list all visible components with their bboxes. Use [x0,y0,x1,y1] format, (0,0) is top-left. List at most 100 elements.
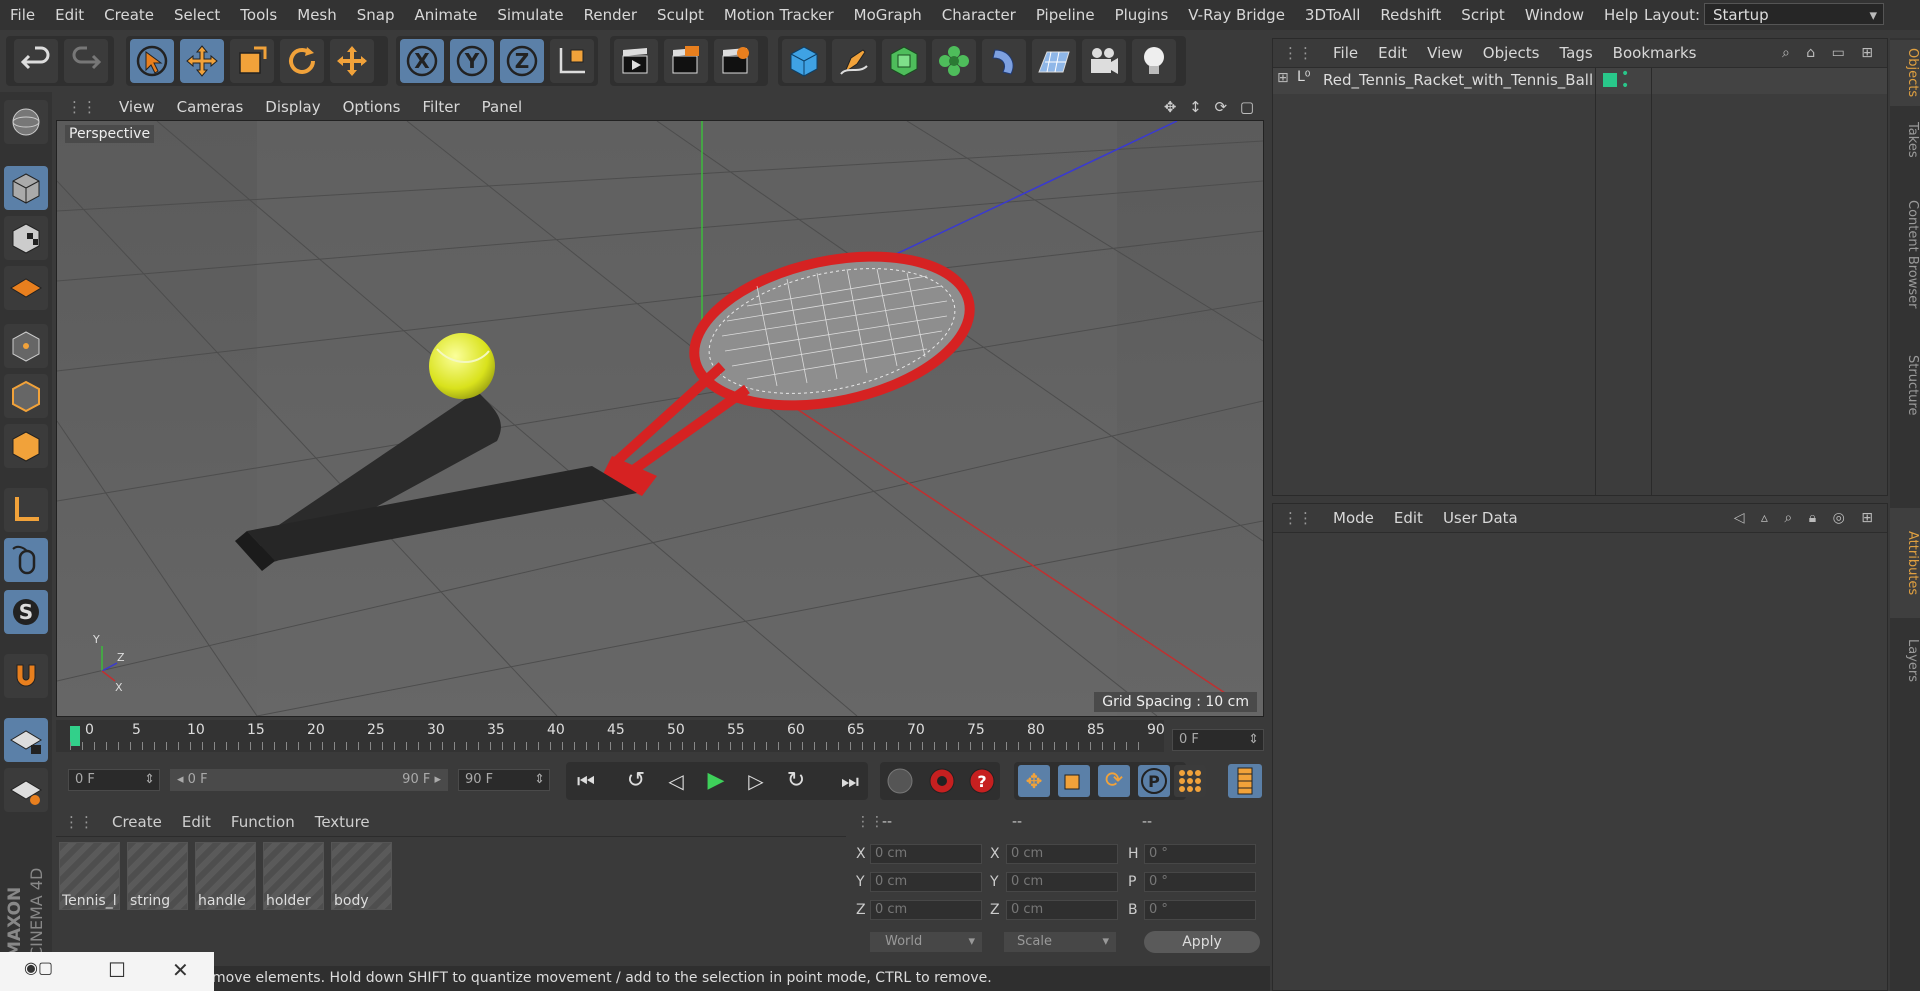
current-frame-field[interactable]: 0 F ⇕ [1172,729,1264,751]
viewport-menu-panel[interactable]: Panel [471,98,533,116]
pen-button[interactable] [832,39,876,83]
menu-mesh[interactable]: Mesh [287,0,347,30]
menu-simulate[interactable]: Simulate [487,0,573,30]
viewport-menu-view[interactable]: View [108,98,166,116]
size-z-field[interactable]: 0 cm [1006,900,1118,920]
menu-select[interactable]: Select [164,0,230,30]
key-rotation-button[interactable]: ⟳ [1098,765,1130,797]
menu-character[interactable]: Character [932,0,1026,30]
previous-frame-button[interactable]: ◁ [660,765,692,797]
viewport-menu-cameras[interactable]: Cameras [166,98,255,116]
light-button[interactable] [1132,39,1176,83]
menu-render[interactable]: Render [574,0,647,30]
drag-handle-icon[interactable]: ⋮⋮ [56,813,102,831]
drag-handle-icon[interactable]: ⋮⋮ [1273,44,1323,62]
menu-mograph[interactable]: MoGraph [844,0,932,30]
next-frame-button[interactable]: ▷ [740,765,772,797]
x-axis-button[interactable]: X [400,39,444,83]
drag-handle-icon[interactable]: ⋮⋮ [56,98,108,116]
move-tool-button[interactable] [180,39,224,83]
frame-range-slider[interactable]: ◂ 0 F 90 F ▸ [170,769,448,791]
points-mode-button[interactable] [4,324,48,368]
floor-button[interactable] [1032,39,1076,83]
tab-objects[interactable]: Objects [1890,40,1920,106]
redo-button[interactable] [64,39,108,83]
coordinate-system-button[interactable] [550,39,594,83]
y-axis-button[interactable]: Y [450,39,494,83]
snap-button[interactable] [4,654,48,698]
maximize-icon[interactable]: ☐ [108,958,126,982]
key-position-button[interactable]: ✥ [1018,765,1050,797]
objects-menu-file[interactable]: File [1323,44,1368,62]
tab-layers[interactable]: Layers [1890,626,1920,696]
menu-snap[interactable]: Snap [347,0,405,30]
rotation-p-field[interactable]: 0 ° [1144,872,1256,892]
recent-tool-button[interactable] [330,39,374,83]
key-pla-button[interactable] [1174,765,1206,797]
next-key-button[interactable]: ↻ [780,765,812,797]
menu-vray-bridge[interactable]: V-Ray Bridge [1178,0,1295,30]
z-axis-button[interactable]: Z [500,39,544,83]
render-view-button[interactable] [614,39,658,83]
rotation-b-field[interactable]: 0 ° [1144,900,1256,920]
viewport-menu-display[interactable]: Display [254,98,331,116]
position-y-field[interactable]: 0 cm [870,872,982,892]
edges-mode-button[interactable] [4,374,48,418]
objects-toolbar-icons[interactable]: ⌕ ⌂ ▭ ⊞ [1782,45,1887,61]
objects-menu-tags[interactable]: Tags [1549,44,1602,62]
select-tool-button[interactable] [130,39,174,83]
apply-button[interactable]: Apply [1144,931,1260,953]
planar-workplane-button[interactable] [4,768,48,812]
objects-menu-objects[interactable]: Objects [1473,44,1550,62]
tab-content-browser[interactable]: Content Browser [1890,174,1920,334]
objects-menu-bookmarks[interactable]: Bookmarks [1603,44,1707,62]
menu-file[interactable]: File [0,0,45,30]
material-menu-texture[interactable]: Texture [305,813,380,831]
object-row[interactable]: ⊞ L⁰ Red_Tennis_Racket_with_Tennis_Ball … [1273,67,1887,94]
make-editable-button[interactable] [4,100,48,144]
position-z-field[interactable]: 0 cm [870,900,982,920]
objects-menu-edit[interactable]: Edit [1368,44,1417,62]
camera-button[interactable] [1082,39,1126,83]
record-position-button[interactable] [884,765,916,797]
timeline-ruler[interactable]: 0 5 10 15 20 25 30 35 40 45 50 55 60 65 … [56,720,1165,752]
menu-script[interactable]: Script [1451,0,1515,30]
go-to-start-button[interactable]: ⏮ [570,765,602,797]
axis-mode-button[interactable] [4,488,48,532]
drag-handle-icon[interactable]: ⋮⋮ [1273,509,1323,527]
material-menu-edit[interactable]: Edit [172,813,221,831]
menu-pipeline[interactable]: Pipeline [1026,0,1105,30]
viewport-nav-icons[interactable]: ✥ ↕ ⟳ ▢ [1164,98,1264,116]
play-button[interactable]: ▶ [700,765,732,797]
menu-sculpt[interactable]: Sculpt [647,0,714,30]
menu-plugins[interactable]: Plugins [1105,0,1179,30]
material-swatch[interactable]: holder [263,842,324,910]
menu-window[interactable]: Window [1515,0,1594,30]
tab-attributes[interactable]: Attributes [1890,508,1920,618]
cloner-button[interactable] [932,39,976,83]
menu-edit[interactable]: Edit [45,0,94,30]
key-scale-button[interactable] [1058,765,1090,797]
menu-tools[interactable]: Tools [230,0,287,30]
tweak-mode-button[interactable] [4,538,48,582]
locked-workplane-button[interactable] [4,718,48,762]
timeline-window-button[interactable] [1228,764,1262,798]
key-parameter-button[interactable]: P [1138,765,1170,797]
material-swatch[interactable]: Tennis_l [59,842,120,910]
menu-animate[interactable]: Animate [405,0,488,30]
model-mode-button[interactable] [4,166,48,210]
material-menu-create[interactable]: Create [102,813,172,831]
previous-key-button[interactable]: ↺ [620,765,652,797]
tab-takes[interactable]: Takes [1890,112,1920,168]
go-to-end-button[interactable]: ⏭ [834,765,866,797]
layer-color-swatch[interactable] [1603,73,1617,87]
material-swatch[interactable]: body [331,842,392,910]
close-icon[interactable]: ✕ [172,958,189,982]
tennis-ball[interactable] [429,333,495,399]
menu-motion-tracker[interactable]: Motion Tracker [714,0,844,30]
attributes-menu-edit[interactable]: Edit [1384,509,1433,527]
viewport-menu-filter[interactable]: Filter [411,98,470,116]
attributes-toolbar-icons[interactable]: ◁ ▵ ⌕ 🔒︎ ◎ ⊞ [1734,510,1887,526]
3d-viewport[interactable]: Y Z X Perspective Grid Spacing : 10 cm [56,120,1264,717]
material-swatch[interactable]: handle [195,842,256,910]
